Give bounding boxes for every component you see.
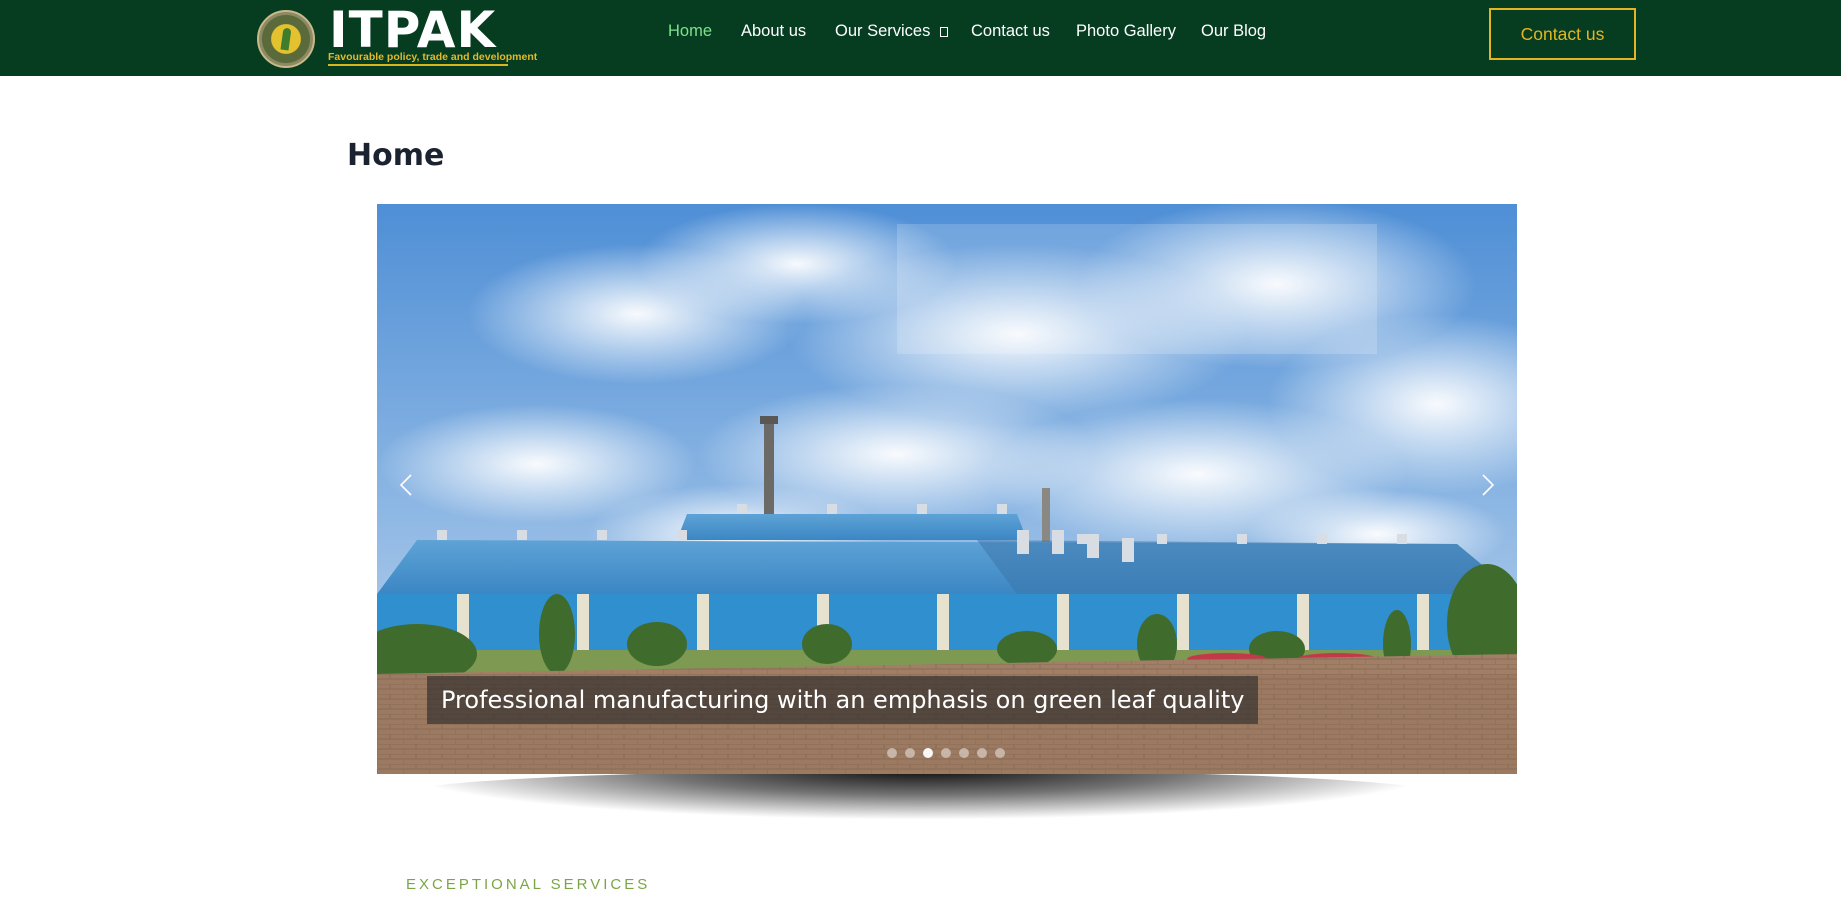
nav-our-services-label: Our Services (835, 22, 931, 40)
section-label: EXCEPTIONAL SERVICES (406, 876, 651, 893)
hero-slider[interactable]: Professional manufacturing with an empha… (377, 204, 1517, 774)
slider-dot[interactable] (941, 748, 951, 758)
nav-photo-gallery[interactable]: Photo Gallery (1076, 22, 1176, 46)
logo-seal-icon (257, 10, 315, 68)
nav-contact-us[interactable]: Contact us (971, 22, 1050, 46)
nav-about-us[interactable]: About us (741, 22, 806, 46)
contact-us-button[interactable]: Contact us (1489, 8, 1636, 60)
slider-shadow (395, 770, 1445, 820)
nav-our-services[interactable]: Our Services (835, 22, 949, 46)
nav-home[interactable]: Home (668, 22, 712, 46)
slider-next-button[interactable] (1473, 472, 1499, 498)
dropdown-caret-icon (940, 27, 949, 37)
site-logo[interactable]: ITPAK Favourable policy, trade and devel… (257, 1, 537, 68)
slider-dot[interactable] (959, 748, 969, 758)
slider-dot[interactable] (905, 748, 915, 758)
slider-dot[interactable] (923, 748, 933, 758)
slider-pagination (887, 748, 1005, 758)
logo-wordmark: ITPAK (329, 1, 497, 59)
slider-dot[interactable] (995, 748, 1005, 758)
chevron-left-icon (399, 474, 412, 496)
slider-dot[interactable] (977, 748, 987, 758)
slide-caption: Professional manufacturing with an empha… (427, 676, 1259, 724)
site-header: ITPAK Favourable policy, trade and devel… (0, 0, 1841, 76)
nav-our-blog[interactable]: Our Blog (1201, 22, 1266, 46)
slider-prev-button[interactable] (395, 472, 421, 498)
chevron-right-icon (1482, 474, 1495, 496)
page-title: Home (347, 138, 445, 173)
slider-dot[interactable] (887, 748, 897, 758)
logo-tagline: Favourable policy, trade and development (328, 50, 537, 66)
